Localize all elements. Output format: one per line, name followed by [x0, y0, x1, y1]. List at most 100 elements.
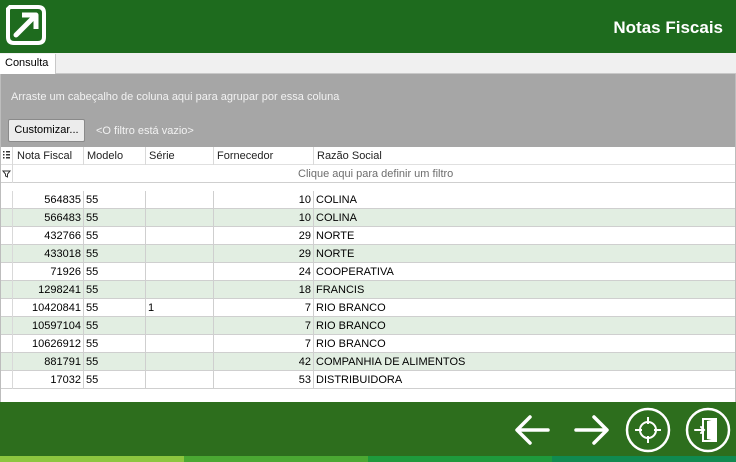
- cell-serie[interactable]: [146, 371, 214, 389]
- table-row[interactable]: 566483 55 10 COLINA: [1, 209, 735, 227]
- cell-serie[interactable]: [146, 245, 214, 263]
- cell-fornecedor[interactable]: 53: [214, 371, 314, 389]
- cell-nota-fiscal[interactable]: 10626912: [14, 335, 84, 353]
- cell-fornecedor[interactable]: 42: [214, 353, 314, 371]
- cell-modelo[interactable]: 55: [84, 371, 146, 389]
- row-indicator[interactable]: [1, 335, 13, 353]
- cell-razao-social[interactable]: RIO BRANCO: [314, 299, 735, 317]
- table-row[interactable]: 71926 55 24 COOPERATIVA: [1, 263, 735, 281]
- column-header-fornecedor[interactable]: Fornecedor: [214, 147, 314, 165]
- column-header-serie[interactable]: Série: [146, 147, 214, 165]
- cell-nota-fiscal[interactable]: 17032: [14, 371, 84, 389]
- row-indicator[interactable]: [1, 281, 13, 299]
- row-indicator[interactable]: [1, 353, 13, 371]
- cell-serie[interactable]: [146, 227, 214, 245]
- row-indicator[interactable]: [1, 245, 13, 263]
- row-indicator[interactable]: [1, 227, 13, 245]
- cell-fornecedor[interactable]: 29: [214, 245, 314, 263]
- row-indicator[interactable]: [1, 299, 13, 317]
- cell-fornecedor[interactable]: 10: [214, 191, 314, 209]
- cell-fornecedor[interactable]: 10: [214, 209, 314, 227]
- cell-razao-social[interactable]: NORTE: [314, 227, 735, 245]
- cell-modelo[interactable]: 55: [84, 245, 146, 263]
- cell-modelo[interactable]: 55: [84, 353, 146, 371]
- cell-razao-social[interactable]: RIO BRANCO: [314, 335, 735, 353]
- arrow-logo-icon: [6, 5, 46, 45]
- arrow-left-icon[interactable]: [508, 406, 558, 454]
- table-row[interactable]: 433018 55 29 NORTE: [1, 245, 735, 263]
- cell-modelo[interactable]: 55: [84, 263, 146, 281]
- cell-modelo[interactable]: 55: [84, 227, 146, 245]
- table-row[interactable]: 1298241 55 18 FRANCIS: [1, 281, 735, 299]
- cell-serie[interactable]: [146, 317, 214, 335]
- filter-status[interactable]: <O filtro está vazio>: [96, 125, 194, 137]
- cell-fornecedor[interactable]: 18: [214, 281, 314, 299]
- column-header-razao-social[interactable]: Razão Social: [314, 147, 735, 165]
- row-indicator[interactable]: [1, 263, 13, 281]
- cell-nota-fiscal[interactable]: 10420841: [14, 299, 84, 317]
- table-row[interactable]: 10420841 55 1 7 RIO BRANCO: [1, 299, 735, 317]
- cell-razao-social[interactable]: COMPANHIA DE ALIMENTOS: [314, 353, 735, 371]
- cell-serie[interactable]: [146, 263, 214, 281]
- cell-serie[interactable]: [146, 335, 214, 353]
- footer-stripe: [184, 456, 368, 462]
- cell-modelo[interactable]: 55: [84, 209, 146, 227]
- cell-fornecedor[interactable]: 24: [214, 263, 314, 281]
- cell-modelo[interactable]: 55: [84, 335, 146, 353]
- row-indicator[interactable]: [1, 209, 13, 227]
- cell-serie[interactable]: [146, 281, 214, 299]
- cell-razao-social[interactable]: FRANCIS: [314, 281, 735, 299]
- row-indicator[interactable]: [1, 371, 13, 389]
- app-header: Notas Fiscais: [0, 0, 736, 53]
- group-by-hint: Arraste um cabeçalho de coluna aqui para…: [11, 91, 340, 103]
- tab-strip: Consulta: [0, 53, 736, 75]
- cell-nota-fiscal[interactable]: 566483: [14, 209, 84, 227]
- cell-serie[interactable]: [146, 191, 214, 209]
- filter-row[interactable]: Clique aqui para definir um filtro: [1, 165, 735, 183]
- cell-serie[interactable]: [146, 353, 214, 371]
- column-header-nota-fiscal[interactable]: Nota Fiscal: [14, 147, 84, 165]
- cell-nota-fiscal[interactable]: 10597104: [14, 317, 84, 335]
- cell-modelo[interactable]: 55: [84, 317, 146, 335]
- cell-modelo[interactable]: 55: [84, 281, 146, 299]
- cell-razao-social[interactable]: DISTRIBUIDORA: [314, 371, 735, 389]
- row-indicator[interactable]: [1, 317, 13, 335]
- crosshair-icon[interactable]: [623, 406, 673, 454]
- cell-fornecedor[interactable]: 7: [214, 317, 314, 335]
- cell-modelo[interactable]: 55: [84, 191, 146, 209]
- table-row[interactable]: 564835 55 10 COLINA: [1, 191, 735, 209]
- cell-nota-fiscal[interactable]: 1298241: [14, 281, 84, 299]
- tab-consulta[interactable]: Consulta: [0, 54, 57, 75]
- cell-razao-social[interactable]: NORTE: [314, 245, 735, 263]
- page-title: Notas Fiscais: [613, 18, 723, 37]
- arrow-right-icon[interactable]: [566, 406, 616, 454]
- cell-nota-fiscal[interactable]: 432766: [14, 227, 84, 245]
- filter-icon: [1, 165, 13, 183]
- cell-razao-social[interactable]: COLINA: [314, 209, 735, 227]
- cell-nota-fiscal[interactable]: 564835: [14, 191, 84, 209]
- row-indicator[interactable]: [1, 191, 13, 209]
- cell-nota-fiscal[interactable]: 71926: [14, 263, 84, 281]
- table-row[interactable]: 432766 55 29 NORTE: [1, 227, 735, 245]
- cell-nota-fiscal[interactable]: 433018: [14, 245, 84, 263]
- cell-nota-fiscal[interactable]: 881791: [14, 353, 84, 371]
- cell-fornecedor[interactable]: 29: [214, 227, 314, 245]
- customize-button[interactable]: Customizar...: [8, 119, 85, 142]
- group-by-panel[interactable]: Arraste um cabeçalho de coluna aqui para…: [1, 74, 735, 147]
- cell-razao-social[interactable]: COLINA: [314, 191, 735, 209]
- column-chooser-icon[interactable]: [1, 147, 13, 165]
- table-row[interactable]: 10626912 55 7 RIO BRANCO: [1, 335, 735, 353]
- cell-serie[interactable]: [146, 209, 214, 227]
- table-row[interactable]: 17032 55 53 DISTRIBUIDORA: [1, 371, 735, 389]
- footer-stripe: [552, 456, 736, 462]
- table-row[interactable]: 10597104 55 7 RIO BRANCO: [1, 317, 735, 335]
- table-row[interactable]: 881791 55 42 COMPANHIA DE ALIMENTOS: [1, 353, 735, 371]
- cell-fornecedor[interactable]: 7: [214, 299, 314, 317]
- column-header-modelo[interactable]: Modelo: [84, 147, 146, 165]
- cell-modelo[interactable]: 55: [84, 299, 146, 317]
- exit-door-icon[interactable]: [683, 406, 733, 454]
- cell-serie[interactable]: 1: [146, 299, 214, 317]
- cell-razao-social[interactable]: COOPERATIVA: [314, 263, 735, 281]
- cell-razao-social[interactable]: RIO BRANCO: [314, 317, 735, 335]
- cell-fornecedor[interactable]: 7: [214, 335, 314, 353]
